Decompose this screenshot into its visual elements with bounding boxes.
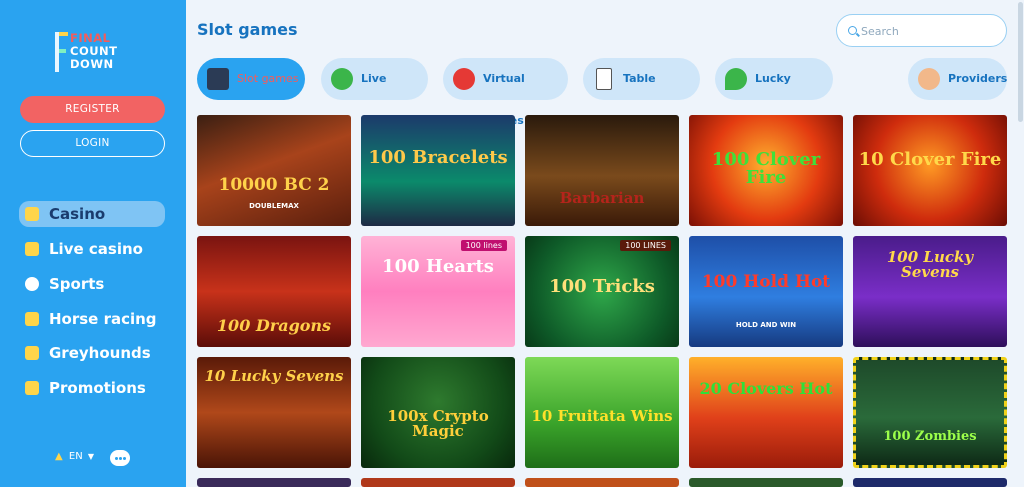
game-tile-100x-crypto-magic[interactable]: 100x Crypto Magic — [361, 357, 515, 468]
search-icon — [848, 26, 857, 35]
sidebar-item-label: Greyhounds — [49, 344, 151, 362]
tab-live-casino[interactable]: Live casino — [321, 58, 428, 127]
game-title: 100 Clover Fire — [711, 149, 821, 188]
game-title: 10 Clover Fire — [858, 149, 1002, 170]
page-title: Slot games — [197, 20, 298, 39]
casino-icon — [25, 207, 39, 221]
tab-lucky-games[interactable]: Lucky games — [715, 58, 833, 127]
chevron-down-icon: ▼ — [87, 452, 95, 461]
game-title: 10 Lucky Sevens — [204, 367, 344, 385]
scrollbar[interactable] — [1017, 0, 1024, 487]
provider-avatar-icon — [918, 68, 940, 90]
lines-badge: 100 LINES — [620, 240, 671, 251]
logo-text-count: COUNT — [70, 44, 118, 58]
game-tile-barbarian[interactable]: Barbarian — [525, 115, 679, 226]
roulette-icon — [331, 68, 353, 90]
sidebar-item-label: Sports — [49, 275, 105, 293]
live-casino-icon — [25, 242, 39, 256]
game-tile-10-clover-fire[interactable]: 10 Clover Fire — [853, 115, 1007, 226]
sidebar: FINAL COUNT DOWN REGISTER LOGIN Casino L… — [0, 0, 186, 487]
logo-text-final: FINAL — [70, 31, 111, 45]
game-tile[interactable] — [197, 478, 351, 487]
search-input[interactable] — [861, 23, 1001, 39]
game-tile[interactable] — [853, 478, 1007, 487]
lines-badge: 100 lines — [460, 240, 507, 251]
tab-table-games[interactable]: Table games — [583, 58, 700, 127]
game-tile-10-lucky-sevens[interactable]: 10 Lucky Sevens — [197, 357, 351, 468]
tab-providers[interactable]: Providers — [908, 58, 1007, 100]
search-box[interactable] — [836, 14, 1007, 47]
game-title: 100x Crypto Magic — [387, 407, 489, 440]
game-title: 20 Clovers Hot — [699, 379, 833, 398]
language-selector[interactable]: ▲ EN ▼ — [55, 451, 94, 462]
logo-text-down: DOWN — [70, 57, 114, 71]
game-tile[interactable] — [361, 478, 515, 487]
game-tile-10-fruitata-wins[interactable]: 10 Fruitata Wins — [525, 357, 679, 468]
game-title: 100 Hearts — [382, 256, 494, 277]
globe-icon: ▲ — [55, 451, 63, 462]
game-tile[interactable] — [689, 478, 843, 487]
final-countdown-logo[interactable]: FINAL COUNT DOWN — [55, 32, 131, 74]
game-tile-100-bracelets[interactable]: 100 Bracelets — [361, 115, 515, 226]
game-tile-100-lucky-sevens[interactable]: 100 Lucky Sevens — [853, 236, 1007, 347]
horse-icon — [25, 312, 39, 326]
megaphone-icon — [25, 381, 39, 395]
tab-label: Providers — [948, 72, 1008, 85]
logo-f-mark — [55, 32, 69, 72]
pool-balls-icon — [453, 68, 475, 90]
game-title: 10 Fruitata Wins — [531, 407, 673, 425]
game-tile[interactable] — [525, 478, 679, 487]
sidebar-item-label: Casino — [49, 205, 106, 223]
game-tile-100-tricks[interactable]: 100 LINES 100 Tricks — [525, 236, 679, 347]
game-title: 100 Bracelets — [368, 147, 508, 168]
sidebar-item-horse-racing[interactable]: Horse racing — [19, 306, 165, 332]
clover-icon — [725, 68, 747, 90]
tab-label: Slot games — [237, 72, 299, 85]
sidebar-item-promotions[interactable]: Promotions — [19, 375, 165, 401]
game-subtitle: HOLD AND WIN — [735, 321, 797, 329]
playing-card-icon — [596, 68, 612, 90]
sidebar-item-casino[interactable]: Casino — [19, 201, 165, 227]
game-title: 100 Dragons — [216, 316, 332, 335]
game-title: 100 Zombies — [883, 429, 977, 444]
language-label: EN — [68, 451, 83, 462]
game-tile-100-zombies[interactable]: 100 Zombies — [853, 357, 1007, 468]
tab-virtual-games[interactable]: Virtual games — [443, 58, 568, 127]
slot-machine-icon — [207, 68, 229, 90]
sidebar-item-label: Live casino — [49, 240, 143, 258]
game-tile-100-dragons[interactable]: 100 Dragons — [197, 236, 351, 347]
sidebar-item-label: Horse racing — [49, 310, 157, 328]
tab-slot-games[interactable]: Slot games — [197, 58, 305, 100]
game-title: 100 Tricks — [549, 276, 655, 297]
login-button[interactable]: LOGIN — [20, 130, 165, 157]
game-tile-100-clover-fire[interactable]: 100 Clover Fire — [689, 115, 843, 226]
greyhound-icon — [25, 346, 39, 360]
scrollbar-thumb[interactable] — [1018, 2, 1023, 122]
game-tile-100-hearts[interactable]: 100 lines 100 Hearts — [361, 236, 515, 347]
game-tile-20-clovers-hot[interactable]: 20 Clovers Hot — [689, 357, 843, 468]
register-button[interactable]: REGISTER — [20, 96, 165, 123]
game-subtitle: DOUBLEMAX — [249, 202, 299, 210]
game-title: Barbarian — [559, 189, 645, 207]
game-title: 100 Lucky Sevens — [886, 248, 974, 281]
sidebar-item-greyhounds[interactable]: Greyhounds — [19, 340, 165, 366]
game-tile-100-hold-hot[interactable]: 100 Hold Hot HOLD AND WIN — [689, 236, 843, 347]
sidebar-item-sports[interactable]: Sports — [19, 271, 165, 297]
sidebar-item-live-casino[interactable]: Live casino — [19, 236, 165, 262]
game-title: 100 Hold Hot — [701, 272, 831, 292]
chat-icon[interactable] — [110, 450, 130, 466]
sidebar-item-label: Promotions — [49, 379, 146, 397]
game-title: 10000 BC 2 — [218, 175, 330, 195]
soccer-ball-icon — [25, 277, 39, 291]
game-tile-10000-bc-2[interactable]: 10000 BC 2 DOUBLEMAX — [197, 115, 351, 226]
